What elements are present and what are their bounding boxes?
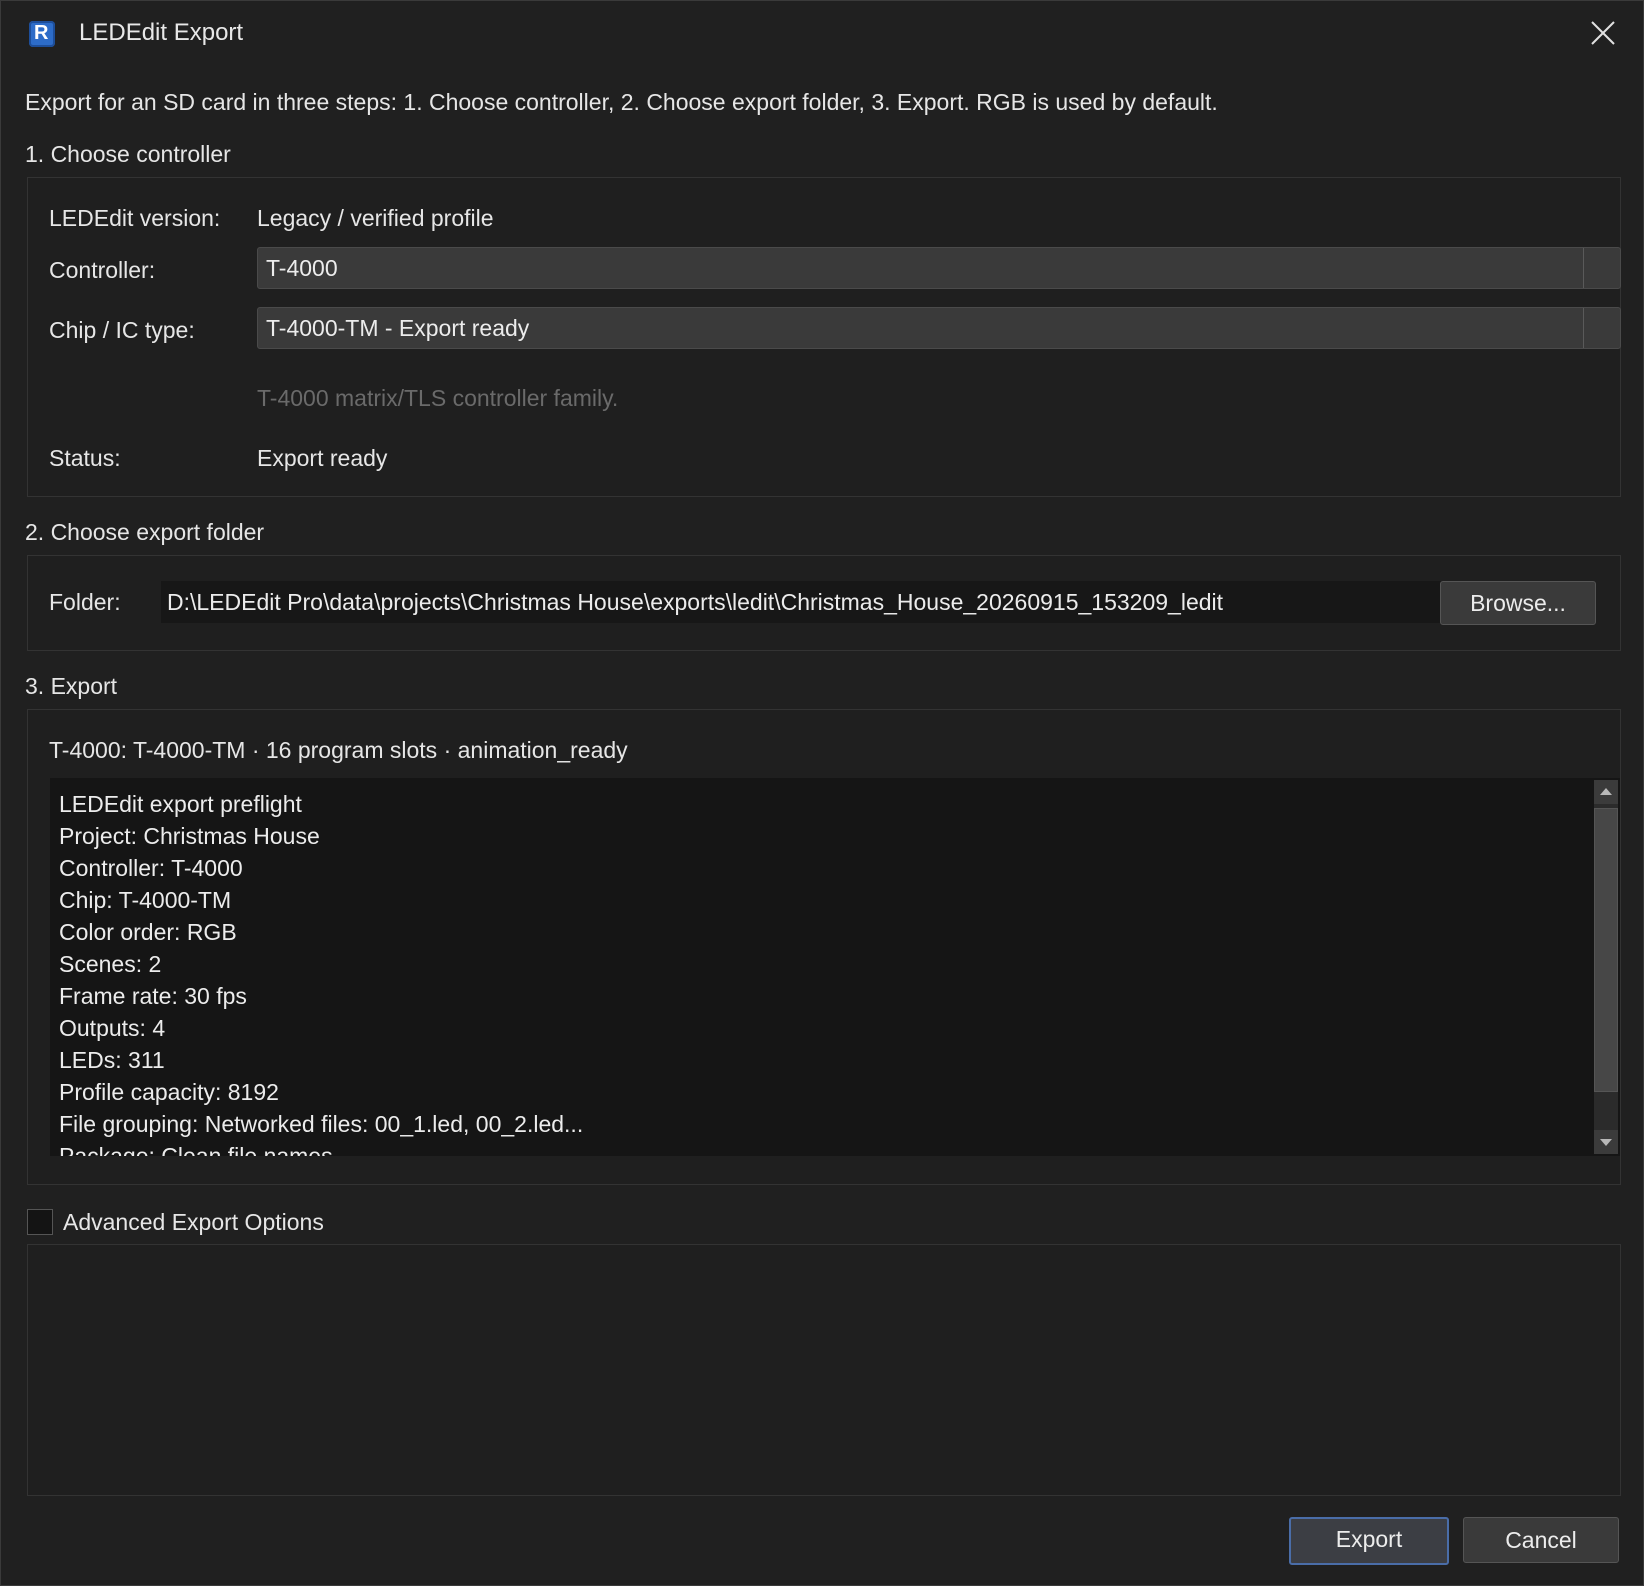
preflight-line: Outputs: 4: [59, 1015, 166, 1041]
preflight-line: Scenes: 2: [59, 951, 162, 977]
intro-text: Export for an SD card in three steps: 1.…: [25, 89, 1218, 115]
advanced-options-label[interactable]: Advanced Export Options: [63, 1209, 324, 1236]
browse-button[interactable]: Browse...: [1440, 581, 1596, 625]
preflight-line: LEDEdit export preflight: [59, 791, 302, 817]
advanced-options-checkbox[interactable]: [27, 1209, 53, 1235]
chip-select[interactable]: T-4000-TM - Export ready: [257, 307, 1621, 349]
close-icon: [1591, 21, 1615, 45]
preflight-line: File grouping: Networked files: 00_1.led…: [59, 1111, 584, 1137]
app-icon-letter: R: [34, 22, 49, 44]
export-group: T-4000: T-4000-TM · 16 program slots · a…: [27, 709, 1621, 1185]
close-button[interactable]: [1581, 13, 1625, 53]
chip-select-value: T-4000-TM - Export ready: [266, 315, 530, 341]
step2-title: 2. Choose export folder: [25, 519, 265, 545]
title-bar: R LEDEdit Export: [1, 1, 1643, 67]
preflight-line: Color order: RGB: [59, 919, 237, 945]
preflight-line: Package: Clean file names: [59, 1143, 333, 1156]
controller-select[interactable]: T-4000: [257, 247, 1621, 289]
preflight-scrollbar[interactable]: [1594, 780, 1618, 1154]
status-label: Status:: [49, 445, 121, 471]
scroll-up-button[interactable]: [1594, 780, 1618, 804]
folder-group: Folder: D:\LEDEdit Pro\data\projects\Chr…: [27, 555, 1621, 651]
controller-label: Controller:: [49, 257, 156, 283]
preflight-line: Project: Christmas House: [59, 823, 320, 849]
app-icon: R: [29, 21, 55, 47]
controller-group: LEDEdit version: Legacy / verified profi…: [27, 177, 1621, 497]
preflight-line: Frame rate: 30 fps: [59, 983, 247, 1009]
preflight-line: LEDs: 311: [59, 1047, 165, 1073]
preflight-log[interactable]: LEDEdit export preflight Project: Christm…: [50, 778, 1620, 1156]
step1-title: 1. Choose controller: [25, 141, 231, 167]
scroll-down-button[interactable]: [1594, 1130, 1618, 1154]
preflight-lines: LEDEdit export preflight Project: Christm…: [59, 788, 583, 1156]
version-value: Legacy / verified profile: [257, 205, 494, 231]
scroll-thumb[interactable]: [1594, 808, 1618, 1092]
export-button[interactable]: Export: [1289, 1517, 1449, 1565]
chip-label: Chip / IC type:: [49, 317, 195, 343]
preflight-line: Chip: T-4000-TM: [59, 887, 232, 913]
export-dialog: R LEDEdit Export Export for an SD card i…: [0, 0, 1644, 1586]
advanced-options-panel: [27, 1244, 1621, 1496]
chevron-down-icon[interactable]: [1584, 248, 1620, 288]
chevron-down-icon[interactable]: [1584, 308, 1620, 348]
export-summary: T-4000: T-4000-TM · 16 program slots · a…: [49, 737, 628, 763]
preflight-line: Profile capacity: 8192: [59, 1079, 279, 1105]
controller-hint: T-4000 matrix/TLS controller family.: [257, 385, 619, 411]
folder-path-field[interactable]: D:\LEDEdit Pro\data\projects\Christmas H…: [160, 580, 1454, 624]
window-title: LEDEdit Export: [79, 19, 244, 46]
step3-title: 3. Export: [25, 673, 118, 699]
cancel-button[interactable]: Cancel: [1463, 1517, 1619, 1563]
scroll-up-icon: [1600, 788, 1612, 795]
scroll-down-icon: [1600, 1139, 1612, 1146]
folder-label: Folder:: [49, 589, 121, 615]
preflight-line: Controller: T-4000: [59, 855, 243, 881]
status-value: Export ready: [257, 445, 388, 471]
controller-select-value: T-4000: [266, 255, 338, 281]
version-label: LEDEdit version:: [49, 205, 221, 231]
